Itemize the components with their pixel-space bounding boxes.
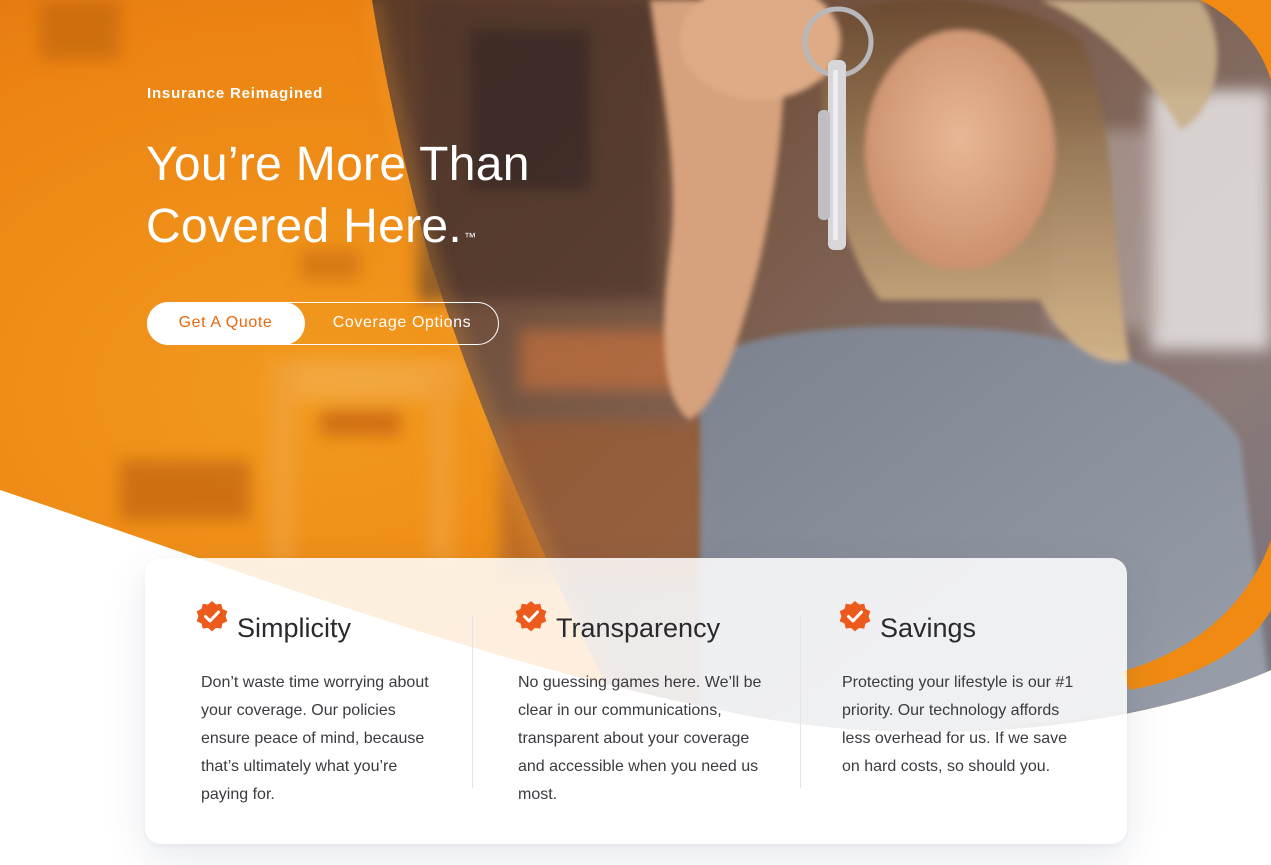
features-card: Simplicity Don’t waste time worrying abo… xyxy=(145,558,1127,844)
hero-eyebrow: Insurance Reimagined xyxy=(147,85,324,102)
feature-title-transparency: Transparency xyxy=(556,613,721,643)
headline-line-2-text: Covered Here. xyxy=(146,200,463,253)
feature-savings-header: Savings xyxy=(838,600,976,643)
hero-cta-group: Get A Quote Coverage Options xyxy=(146,301,500,345)
headline-line-2: Covered Here. ™ xyxy=(146,196,530,258)
coverage-options-button[interactable]: Coverage Options xyxy=(304,302,500,345)
feature-text-savings: Protecting your lifestyle is our #1 prio… xyxy=(842,674,1074,775)
hero-headline: You’re More Than Covered Here. ™ xyxy=(146,134,530,258)
check-badge-icon xyxy=(515,601,547,632)
feature-text-simplicity: Don’t waste time worrying about your cov… xyxy=(201,674,429,803)
landing-page: Insurance Reimagined You’re More Than Co… xyxy=(0,0,1271,865)
feature-title-savings: Savings xyxy=(880,613,977,643)
feature-transparency-header: Transparency xyxy=(514,600,720,643)
feature-simplicity-header: Simplicity xyxy=(195,600,351,643)
check-badge-icon xyxy=(196,601,228,632)
headline-line-1: You’re More Than xyxy=(146,138,530,191)
feature-title-simplicity: Simplicity xyxy=(237,613,352,643)
trademark-symbol: ™ xyxy=(464,230,477,244)
check-badge-icon xyxy=(839,601,871,632)
get-a-quote-button[interactable]: Get A Quote xyxy=(146,301,305,345)
feature-text-transparency: No guessing games here. We’ll be clear i… xyxy=(518,674,762,803)
feature-divider xyxy=(800,616,801,788)
feature-divider xyxy=(472,616,473,788)
